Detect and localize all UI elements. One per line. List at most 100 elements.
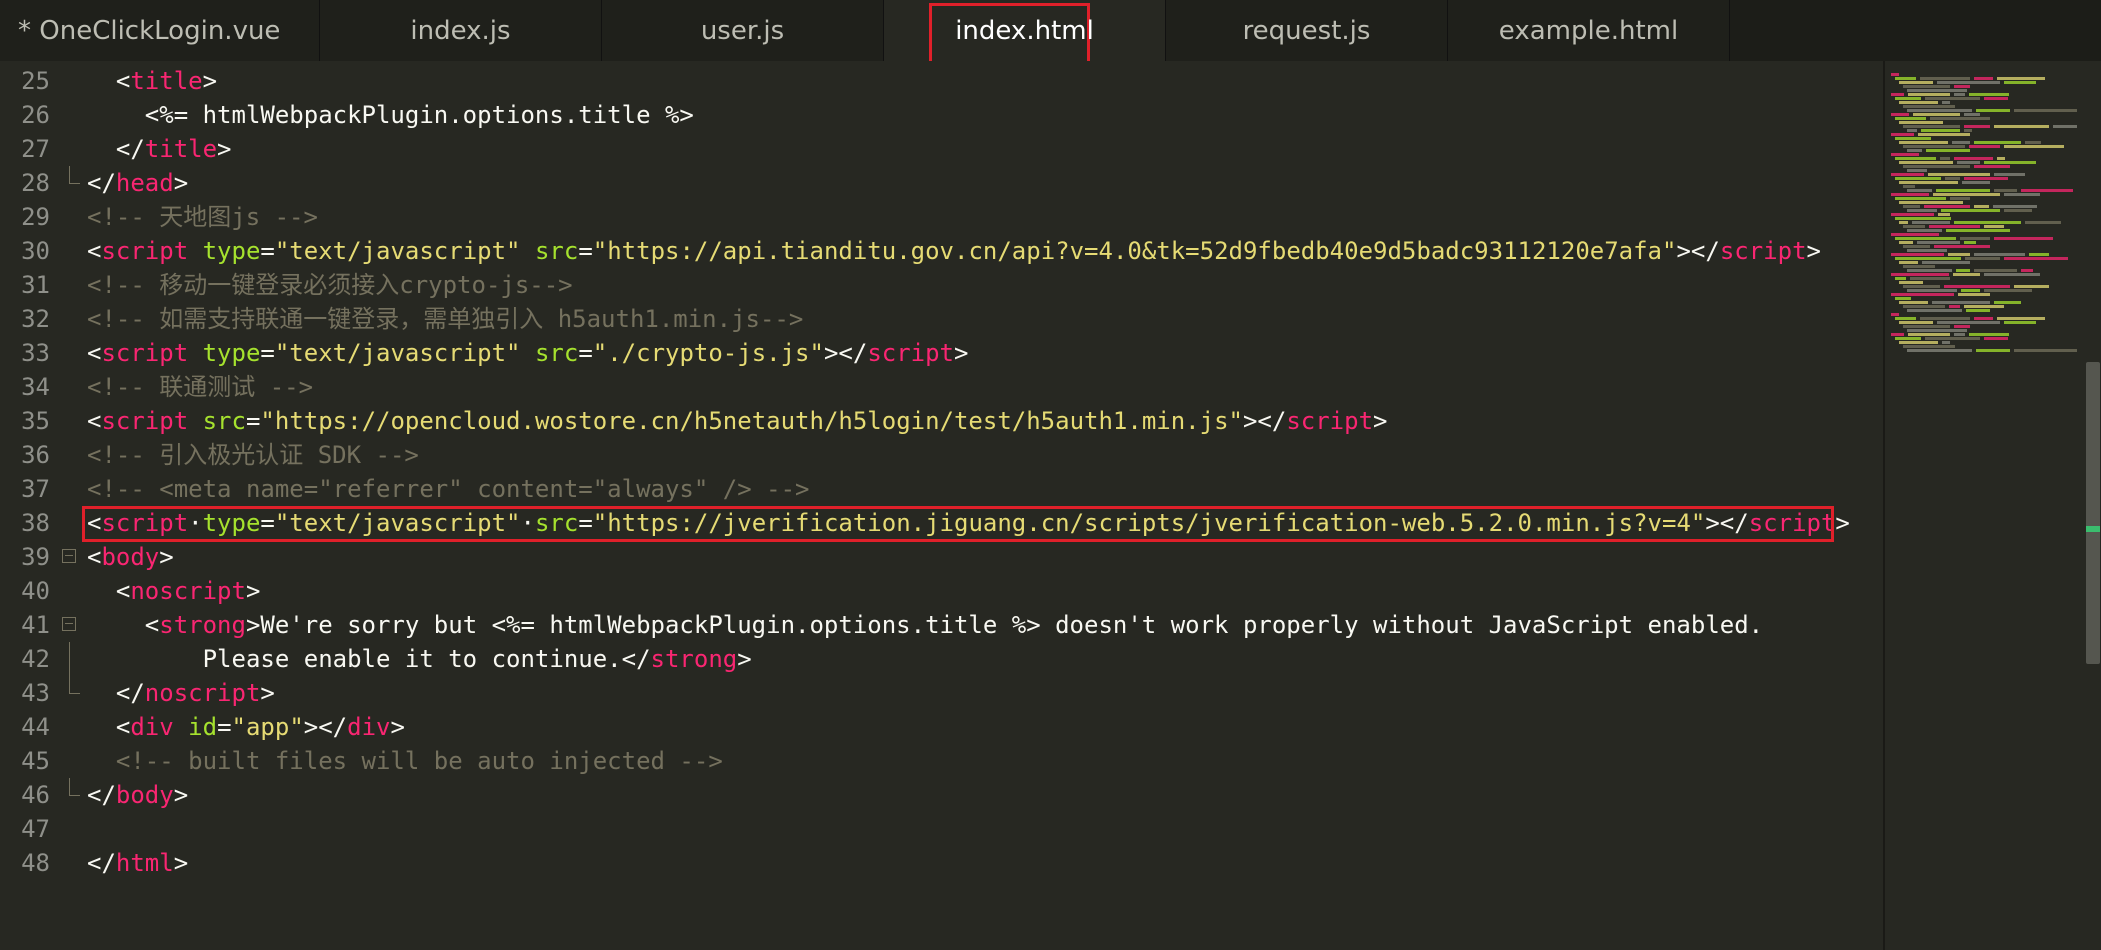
minimap-stroke [1932, 301, 1990, 304]
code-line[interactable]: 41 <strong>We're sorry but <%= htmlWebpa… [0, 608, 1883, 642]
minimap-stroke [1899, 341, 1938, 344]
code-line[interactable]: 26 <%= htmlWebpackPlugin.options.title %… [0, 98, 1883, 132]
minimap-stroke [1921, 129, 1960, 132]
code-line[interactable]: 38 <script·type="text/javascript"·src="ht… [0, 506, 1883, 542]
tab-oneclicklogin-vue[interactable]: * OneClickLogin.vue [0, 0, 320, 61]
minimap-stroke [1942, 101, 1950, 104]
code-line[interactable]: 31 <!-- 移动一键登录必须接入crypto-js--> [0, 268, 1883, 302]
minimap-stroke [1984, 225, 2004, 228]
code-text: <div id="app"></div> [87, 713, 405, 741]
minimap[interactable] [1883, 61, 2101, 950]
code-line[interactable]: 35 <script src="https://opencloud.wostore… [0, 404, 1883, 438]
code-line[interactable]: 43 </noscript> [0, 676, 1883, 710]
tab-request-js[interactable]: request.js [1166, 0, 1448, 61]
minimap-stroke [1994, 125, 2049, 128]
minimap-stroke [1974, 205, 1989, 208]
code-line[interactable]: 33 <script type="text/javascript" src="./… [0, 336, 1883, 370]
minimap-stroke [1984, 161, 2036, 164]
minimap-stroke [1903, 105, 1955, 108]
code-line[interactable]: 28 </head> [0, 166, 1883, 200]
minimap-stroke [1929, 225, 1980, 228]
code-line[interactable]: 48 </html> [0, 846, 1883, 880]
code-line[interactable]: 32 <!-- 如需支持联通一键登录，需单独引入 h5auth1.min.js--… [0, 302, 1883, 336]
minimap-stroke [1948, 253, 1970, 256]
line-number: 42 [21, 645, 50, 673]
scrollbar-thumb[interactable] [2086, 362, 2100, 664]
code-editor[interactable]: 25 <title> 26 <%= htmlWebpackPlugin.optio… [0, 61, 1883, 950]
fold-toggle-icon[interactable] [62, 617, 76, 631]
minimap-stroke [1962, 181, 1990, 184]
line-number: 39 [21, 543, 50, 571]
minimap-stroke [1899, 141, 1948, 144]
minimap-stroke [1964, 125, 1990, 128]
code-line[interactable]: 39 <body> [0, 540, 1883, 574]
line-number: 32 [21, 305, 50, 333]
fold-guide [69, 642, 70, 676]
code-line[interactable]: 46 </body> [0, 778, 1883, 812]
minimap-stroke [1966, 309, 1990, 312]
code-text: <noscript> [87, 577, 261, 605]
line-number: 48 [21, 849, 50, 877]
line-number: 37 [21, 475, 50, 503]
code-line[interactable]: 42 Please enable it to continue.</strong… [0, 642, 1883, 676]
minimap-stroke [1895, 77, 1916, 80]
minimap-stroke [1907, 309, 1962, 312]
minimap-stroke [1903, 265, 1935, 268]
minimap-stroke [1907, 209, 1937, 212]
code-line[interactable]: 45 <!-- built files will be auto injecte… [0, 744, 1883, 778]
minimap-stroke [1895, 317, 1916, 320]
tab-index-js[interactable]: index.js [320, 0, 602, 61]
minimap-stroke [2004, 81, 2036, 84]
minimap-stroke [1891, 333, 1904, 336]
code-line[interactable]: 30 <script type="text/javascript" src="ht… [0, 234, 1883, 268]
minimap-stroke [1952, 141, 1970, 144]
code-line[interactable]: 47 [0, 812, 1883, 846]
minimap-stroke [1969, 93, 2009, 96]
code-line[interactable]: 44 <div id="app"></div> [0, 710, 1883, 744]
line-number: 41 [21, 611, 50, 639]
minimap-stroke [2029, 253, 2049, 256]
minimap-stroke [1954, 157, 1993, 160]
line-number: 31 [21, 271, 50, 299]
minimap-stroke [1891, 153, 1919, 156]
minimap-stroke [1907, 129, 1917, 132]
minimap-stroke [1895, 177, 1941, 180]
minimap-stroke [1997, 317, 2045, 320]
minimap-stroke [1958, 293, 1990, 296]
minimap-stroke [1925, 337, 1980, 340]
code-line[interactable]: 34 <!-- 联通测试 --> [0, 370, 1883, 404]
line-number: 43 [21, 679, 50, 707]
minimap-stroke [2014, 349, 2077, 352]
minimap-stroke [1903, 245, 1930, 248]
line-number: 36 [21, 441, 50, 469]
code-line[interactable]: 37 <!-- <meta name="referrer" content="al… [0, 472, 1883, 506]
minimap-stroke [1912, 221, 1950, 224]
code-text: </noscript> [87, 679, 275, 707]
code-text: </html> [87, 849, 189, 877]
code-line[interactable]: 36 <!-- 引入极光认证 SDK --> [0, 438, 1883, 472]
minimap-stroke [1934, 245, 1990, 248]
code-line[interactable]: 29 <!-- 天地图js --> [0, 200, 1883, 234]
minimap-stroke [1984, 273, 2040, 276]
minimap-stroke [1974, 317, 1993, 320]
code-line[interactable]: 27 </title> [0, 132, 1883, 166]
tab-label: user.js [700, 15, 785, 46]
minimap-stroke [1961, 289, 1980, 292]
code-text: <strong>We're sorry but <%= htmlWebpackP… [87, 611, 1764, 639]
minimap-stroke [2014, 285, 2049, 288]
minimap-stroke [2025, 141, 2041, 144]
minimap-stroke [1984, 97, 2008, 100]
minimap-stroke [1895, 297, 1911, 300]
code-line[interactable]: 40 <noscript> [0, 574, 1883, 608]
code-text: <%= htmlWebpackPlugin.options.title %> [87, 101, 694, 129]
tab-user-js[interactable]: user.js [602, 0, 884, 61]
code-text: <!-- 如需支持联通一键登录，需单独引入 h5auth1.min.js--> [87, 305, 804, 333]
tab-index-html[interactable]: index.html [884, 0, 1166, 74]
code-line[interactable]: 25 <title> [0, 64, 1883, 98]
code-text: <!-- 联通测试 --> [87, 373, 314, 401]
minimap-stroke [2014, 109, 2077, 112]
minimap-stroke [1903, 205, 1920, 208]
tab-example-html[interactable]: example.html [1448, 0, 1730, 61]
fold-end-marker [69, 778, 80, 796]
fold-toggle-icon[interactable] [62, 549, 76, 563]
